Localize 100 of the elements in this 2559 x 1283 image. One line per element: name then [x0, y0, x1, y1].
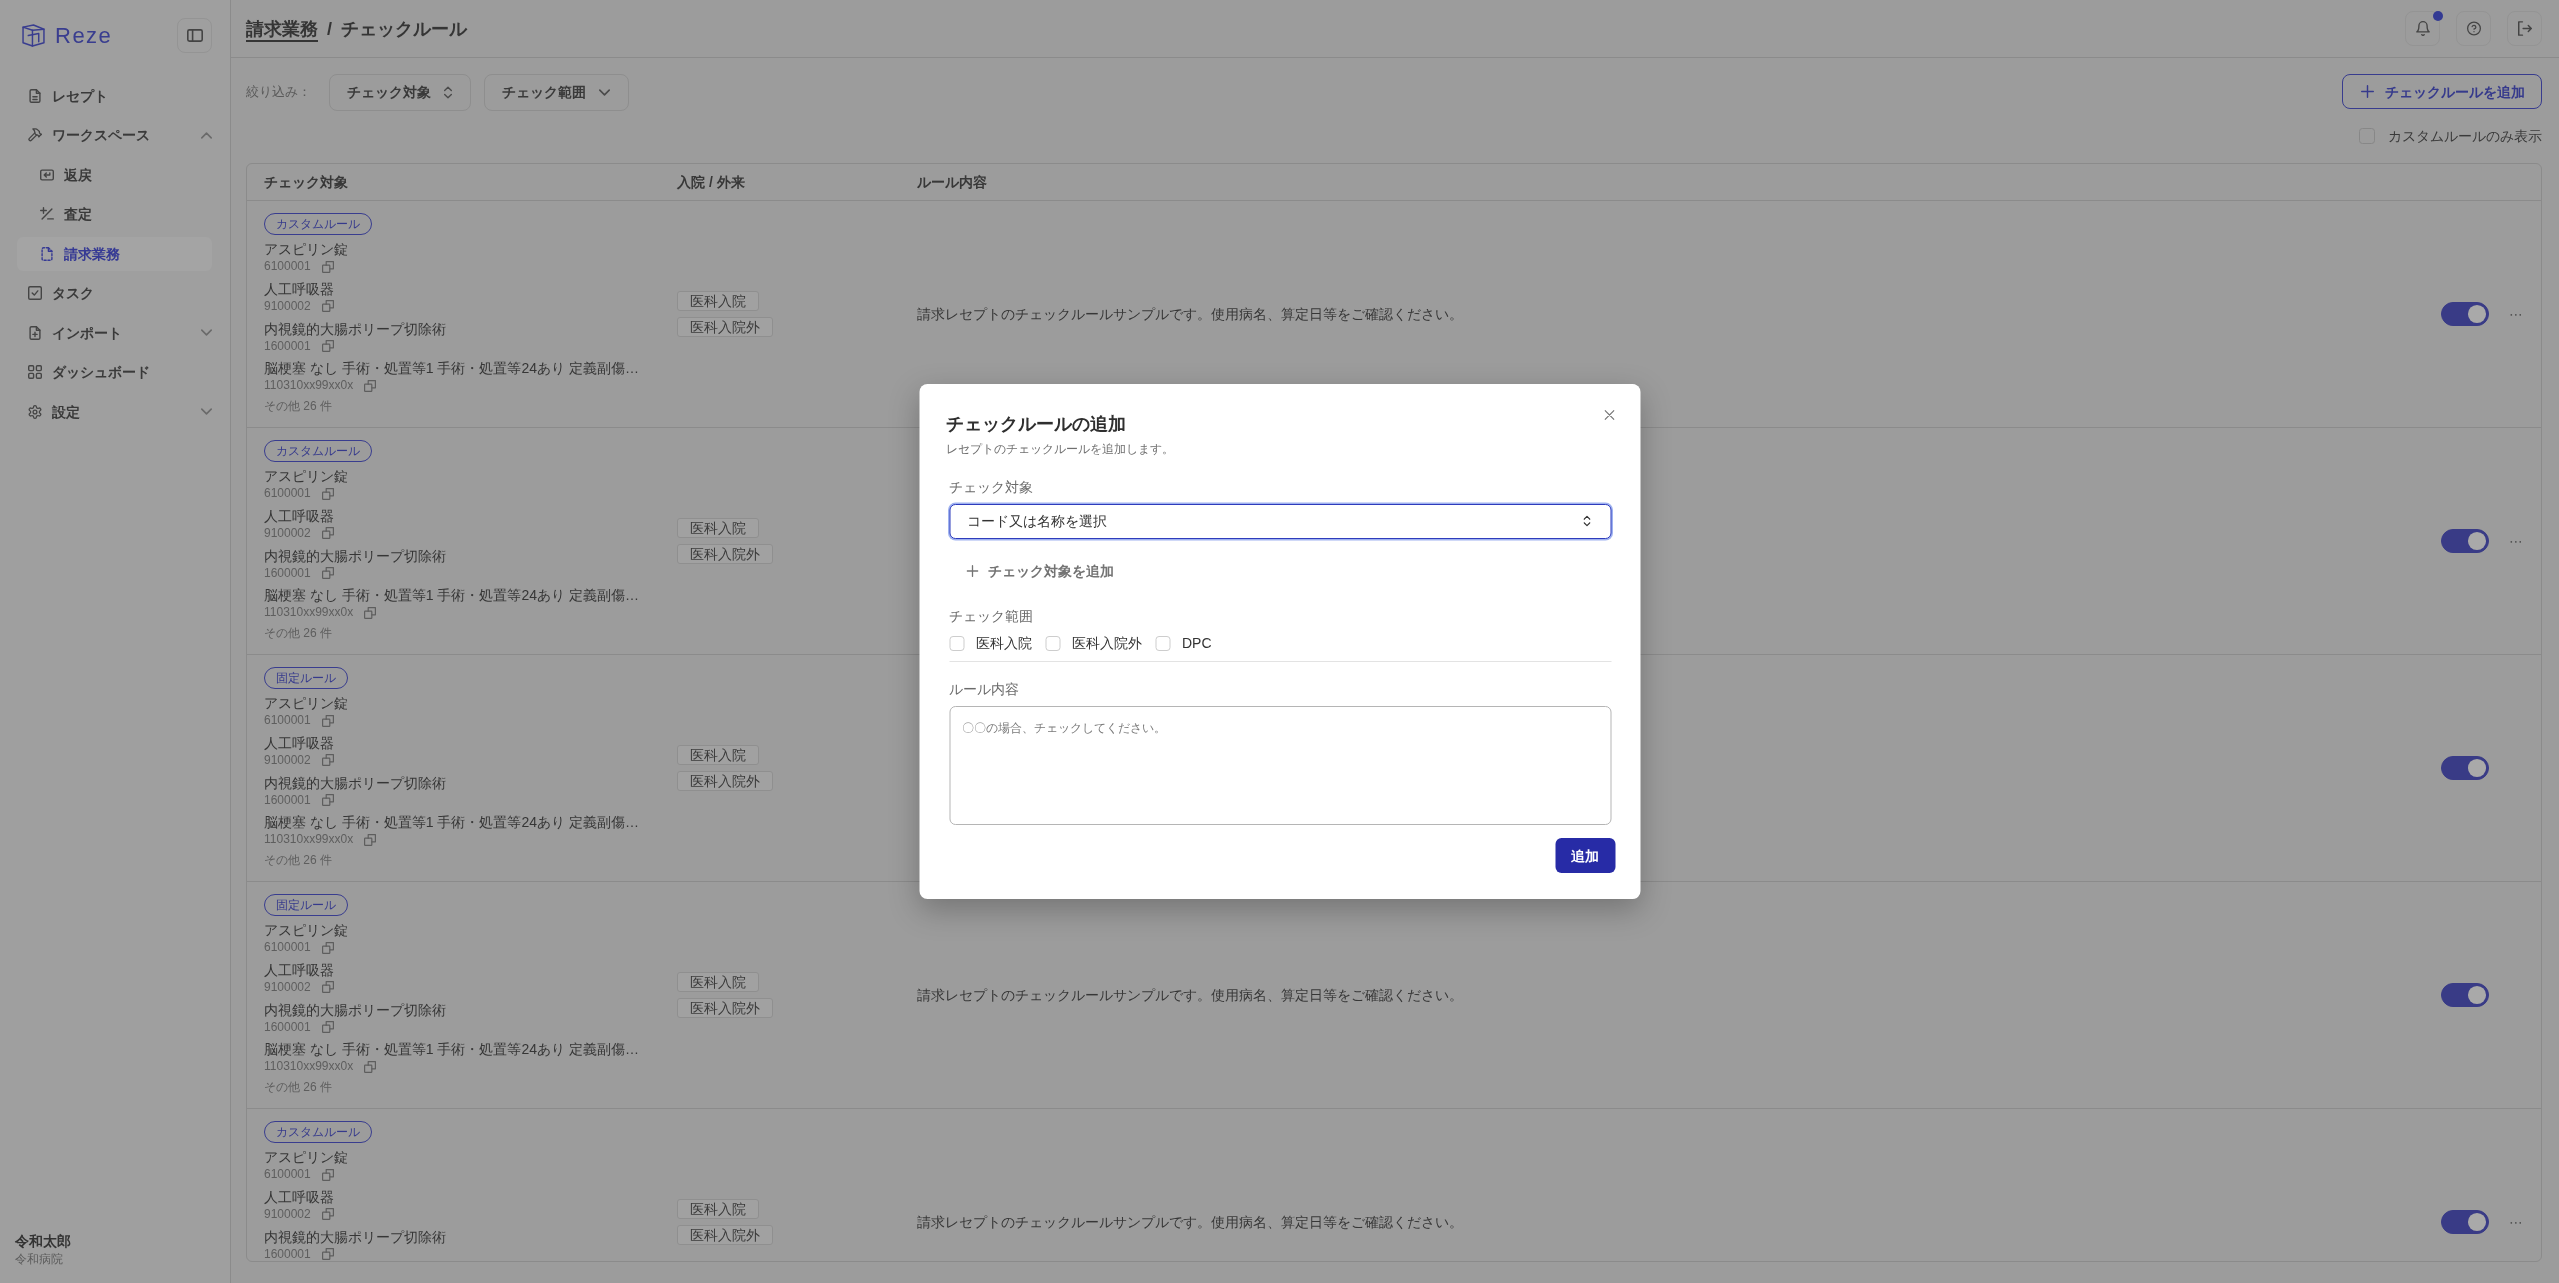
scope-checkbox[interactable]	[1045, 635, 1060, 651]
copy-icon[interactable]	[321, 794, 334, 807]
copy-icon[interactable]	[364, 606, 377, 619]
more-button[interactable]: ⋯	[2509, 1211, 2523, 1232]
submit-button[interactable]: 追加	[1555, 838, 1615, 874]
copy-icon[interactable]	[364, 379, 377, 392]
copy-icon[interactable]	[364, 1060, 377, 1073]
rule-description: 請求レセプトのチェックルールサンプルです。使用病名、算定日等をご確認ください。	[917, 304, 1463, 324]
setting-tag: 医科入院外	[677, 1224, 773, 1245]
copy-icon[interactable]	[321, 487, 334, 500]
target-code: 1600001	[264, 565, 311, 581]
enable-toggle[interactable]	[2441, 982, 2489, 1007]
setting-tag: 医科入院外	[677, 316, 773, 337]
user-name: 令和太郎	[15, 1232, 72, 1251]
filter-dropdown[interactable]: チェック範囲	[484, 74, 629, 111]
target-name: 内視鏡的大腸ポリープ切除術	[264, 774, 446, 791]
target-code: 6100001	[264, 486, 311, 501]
filter-label: 絞り込み：	[246, 83, 311, 102]
target-name: 人工呼吸器	[264, 1188, 334, 1205]
hammer-icon	[28, 128, 42, 143]
target-code: 110310xx99xx0x	[264, 832, 354, 848]
sidebar-item[interactable]: 請求業務	[17, 236, 212, 271]
target-code: 1600001	[264, 1246, 311, 1261]
add-rule-button[interactable]: チェックルールを追加	[2342, 74, 2542, 109]
brand-name: Reze	[55, 22, 113, 49]
plus-icon	[2361, 85, 2374, 98]
sidebar-item[interactable]: タスク	[17, 276, 212, 311]
sidebar-item[interactable]: 返戻	[17, 157, 212, 192]
sidebar-item[interactable]: 査定	[17, 197, 212, 232]
copy-icon[interactable]	[321, 260, 334, 273]
checkbox-label: カスタムルールのみ表示	[2388, 127, 2542, 146]
target-name: アスピリン錠	[264, 695, 348, 711]
enable-toggle[interactable]	[2441, 301, 2489, 326]
target-name: 脳梗塞 なし 手術・処置等1 手術・処置等24あり 定義副傷…	[264, 1041, 639, 1058]
scope-label: 医科入院外	[1072, 634, 1142, 654]
scope-label: DPC	[1182, 634, 1212, 654]
scope-checkbox[interactable]	[949, 635, 964, 651]
target-name: 内視鏡的大腸ポリープ切除術	[264, 547, 446, 564]
target-code: 9100002	[264, 979, 311, 995]
chevron-up-down-icon	[444, 85, 452, 99]
enable-toggle[interactable]	[2441, 755, 2489, 780]
target-name: 人工呼吸器	[264, 961, 334, 978]
more-button[interactable]: ⋯	[2509, 530, 2523, 551]
copy-icon[interactable]	[321, 714, 334, 727]
column-header: チェック対象	[263, 172, 349, 192]
target-code: 110310xx99xx0x	[264, 378, 354, 394]
target-name: 内視鏡的大腸ポリープ切除術	[264, 1228, 446, 1245]
scope-label: 医科入院	[976, 634, 1032, 654]
copy-icon[interactable]	[321, 527, 334, 540]
target-code: 110310xx99xx0x	[264, 605, 354, 621]
copy-icon[interactable]	[321, 1248, 334, 1261]
copy-icon[interactable]	[321, 1208, 334, 1221]
target-name: アスピリン錠	[264, 922, 348, 938]
target-code: 9100002	[264, 525, 311, 541]
copy-icon[interactable]	[321, 941, 334, 954]
settings-icon	[28, 404, 42, 419]
more-button[interactable]: ⋯	[2509, 303, 2523, 324]
copy-icon[interactable]	[321, 1021, 334, 1034]
target-name: 人工呼吸器	[264, 734, 334, 751]
plus-minus-icon	[40, 207, 54, 222]
rule-textarea[interactable]: 〇〇の場合、チェックしてください。	[949, 706, 1611, 826]
field-label: チェック対象	[949, 477, 1033, 497]
close-icon[interactable]	[1604, 409, 1614, 420]
copy-icon[interactable]	[321, 300, 334, 313]
add-target-button[interactable]: チェック対象を追加	[949, 553, 1114, 589]
sidebar-item[interactable]: 設定	[17, 394, 212, 429]
setting-tag: 医科入院外	[677, 770, 773, 791]
notifications-button[interactable]	[2405, 11, 2440, 46]
help-button[interactable]	[2456, 11, 2491, 46]
copy-icon[interactable]	[321, 981, 334, 994]
copy-icon[interactable]	[321, 340, 334, 353]
rule-description: 請求レセプトのチェックルールサンプルです。使用病名、算定日等をご確認ください。	[917, 985, 1463, 1005]
plus-icon	[966, 565, 978, 577]
setting-tag: 医科入院	[677, 744, 759, 765]
target-code: 110310xx99xx0x	[264, 1059, 354, 1075]
sidebar-item[interactable]: レセプト	[17, 78, 212, 113]
sidebar-item[interactable]: ダッシュボード	[17, 355, 212, 390]
copy-icon[interactable]	[321, 567, 334, 580]
copy-icon[interactable]	[321, 1168, 334, 1181]
copy-icon[interactable]	[364, 833, 377, 846]
sidebar-item[interactable]: ワークスペース	[17, 118, 212, 153]
target-code: 6100001	[264, 940, 311, 955]
breadcrumb-link[interactable]: 請求業務	[246, 15, 318, 42]
sidebar-item[interactable]: インポート	[17, 315, 212, 350]
chevron-up-down-icon	[1583, 515, 1590, 527]
enable-toggle[interactable]	[2441, 528, 2489, 553]
target-code: 9100002	[264, 1206, 311, 1222]
target-name: アスピリン錠	[264, 468, 348, 484]
organization-name: 令和病院	[15, 1251, 64, 1267]
target-name: アスピリン錠	[264, 241, 348, 257]
target-select[interactable]: コード又は名称を選択	[949, 503, 1611, 539]
setting-tag: 医科入院外	[677, 997, 773, 1018]
copy-icon[interactable]	[321, 754, 334, 767]
sidebar-toggle-button[interactable]	[177, 18, 212, 53]
scope-checkbox[interactable]	[1155, 635, 1170, 651]
document-icon	[28, 88, 42, 103]
target-code: 6100001	[264, 713, 311, 728]
logout-button[interactable]	[2507, 11, 2542, 46]
enable-toggle[interactable]	[2441, 1209, 2489, 1234]
filter-dropdown[interactable]: チェック対象	[329, 74, 471, 111]
